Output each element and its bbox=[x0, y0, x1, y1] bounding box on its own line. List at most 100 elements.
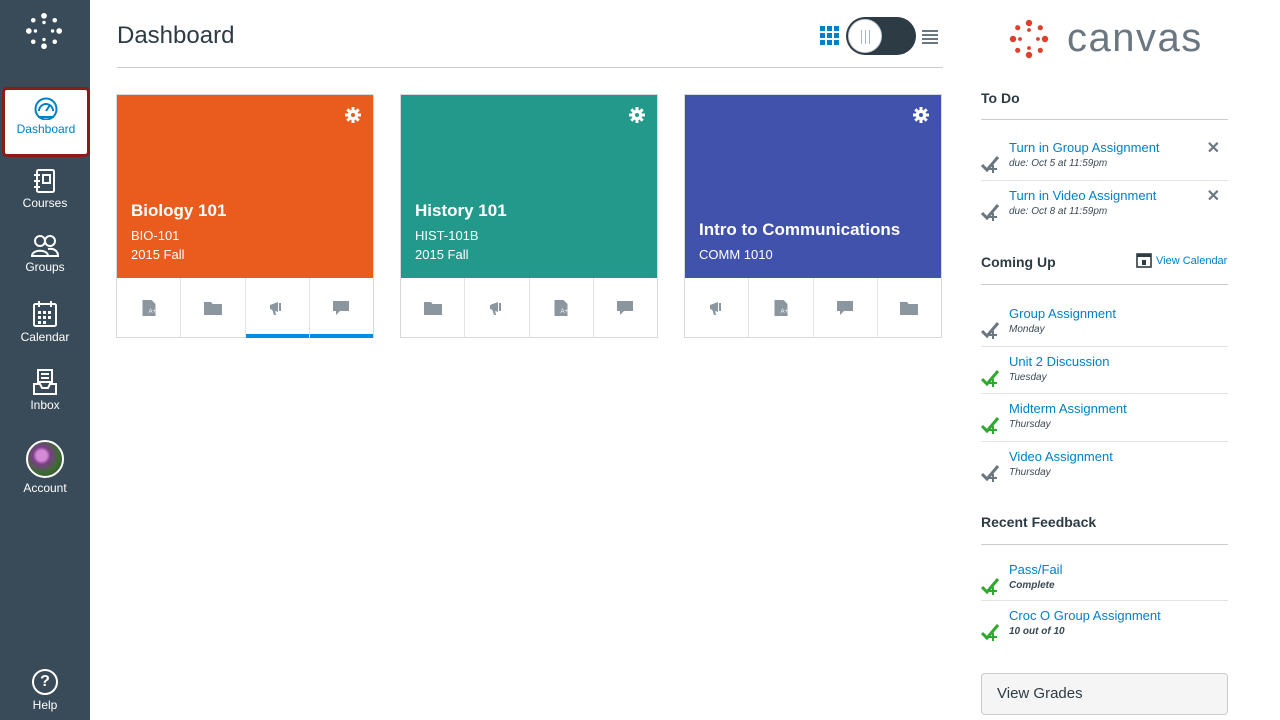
assignment-check-icon bbox=[981, 369, 1000, 387]
files-action[interactable] bbox=[401, 278, 466, 338]
nav-groups[interactable]: Groups bbox=[0, 234, 90, 274]
avatar bbox=[26, 440, 64, 478]
nav-help[interactable]: ? Help bbox=[0, 669, 90, 712]
discussions-action[interactable] bbox=[594, 278, 657, 338]
discussions-action[interactable] bbox=[814, 278, 878, 338]
nav-groups-label: Groups bbox=[25, 260, 65, 274]
coming-up-divider bbox=[981, 284, 1228, 285]
todo-item-due: due: Oct 8 at 11:59pm bbox=[1009, 206, 1108, 217]
assignment-check-icon bbox=[981, 578, 1000, 595]
card-action-bar: A+ bbox=[685, 278, 941, 338]
assignment-check-icon bbox=[981, 322, 1000, 339]
card-hero[interactable]: Biology 101 BIO-101 2015 Fall bbox=[117, 95, 373, 278]
nav-help-label: Help bbox=[32, 698, 58, 712]
list-item-link[interactable]: Croc O Group Assignment bbox=[1009, 608, 1161, 623]
list-item: Pass/Fail Complete bbox=[981, 562, 1228, 608]
todo-item-due: due: Oct 5 at 11:59pm bbox=[1009, 158, 1108, 169]
list-item-meta: Monday bbox=[1009, 324, 1045, 335]
announcements-action[interactable] bbox=[685, 278, 750, 338]
gear-icon[interactable] bbox=[345, 107, 361, 123]
card-info: Intro to Communications COMM 1010 bbox=[699, 220, 900, 264]
courses-icon bbox=[34, 169, 55, 193]
card-view-icon[interactable] bbox=[820, 26, 840, 46]
canvas-logo-icon bbox=[1009, 19, 1049, 59]
course-title[interactable]: Intro to Communications bbox=[699, 220, 900, 240]
assignments-action[interactable]: A+ bbox=[530, 278, 594, 338]
groups-icon bbox=[30, 235, 60, 257]
canvas-wordmark: canvas bbox=[1067, 16, 1203, 60]
svg-text:A+: A+ bbox=[780, 309, 787, 315]
view-grades-button[interactable]: View Grades bbox=[981, 673, 1228, 715]
help-icon: ? bbox=[32, 669, 58, 695]
list-item-link[interactable]: Unit 2 Discussion bbox=[1009, 354, 1109, 369]
course-term: 2015 Fall bbox=[415, 247, 469, 262]
list-item-link[interactable]: Video Assignment bbox=[1009, 449, 1113, 464]
gear-icon[interactable] bbox=[629, 107, 645, 123]
list-item-link[interactable]: Pass/Fail bbox=[1009, 562, 1062, 577]
nav-dashboard[interactable]: Dashboard bbox=[2, 87, 90, 157]
svg-text:A+: A+ bbox=[148, 309, 155, 315]
page-title: Dashboard bbox=[117, 22, 235, 49]
card-action-bar: A+ bbox=[401, 278, 657, 338]
dismiss-icon[interactable]: ✕ bbox=[1207, 186, 1220, 206]
assignment-check-icon bbox=[981, 464, 1000, 482]
card-hero[interactable]: History 101 HIST-101B 2015 Fall bbox=[401, 95, 657, 278]
row-divider bbox=[981, 180, 1228, 181]
nav-dashboard-label: Dashboard bbox=[16, 122, 76, 136]
todo-divider bbox=[981, 119, 1228, 120]
toggle-knob bbox=[848, 19, 882, 53]
global-nav: Dashboard Courses Groups Calendar Inbox … bbox=[0, 0, 90, 720]
list-item-meta: Complete bbox=[1009, 580, 1055, 591]
list-view-icon[interactable] bbox=[922, 28, 938, 44]
assignments-action[interactable]: A+ bbox=[749, 278, 814, 338]
nav-inbox-label: Inbox bbox=[30, 398, 60, 412]
nav-account-label: Account bbox=[23, 481, 67, 495]
card-info: Biology 101 BIO-101 2015 Fall bbox=[131, 201, 226, 264]
course-code: HIST-101B bbox=[415, 228, 479, 243]
course-title[interactable]: Biology 101 bbox=[131, 201, 226, 221]
assignment-check-icon bbox=[981, 417, 1000, 434]
view-calendar-link[interactable]: View Calendar bbox=[1136, 252, 1227, 268]
course-title[interactable]: History 101 bbox=[415, 201, 507, 221]
card-info: History 101 HIST-101B 2015 Fall bbox=[415, 201, 507, 264]
discussions-action[interactable] bbox=[309, 278, 374, 338]
nav-courses-label: Courses bbox=[22, 196, 68, 210]
card-action-bar: A+ bbox=[117, 278, 374, 338]
files-action[interactable] bbox=[878, 278, 941, 338]
course-card-communications[interactable]: Intro to Communications COMM 1010 A+ bbox=[684, 94, 942, 338]
nav-account[interactable]: Account bbox=[0, 440, 90, 495]
list-item: Video Assignment Thursday bbox=[981, 449, 1228, 495]
list-item-meta: Thursday bbox=[1009, 466, 1051, 478]
dismiss-icon[interactable]: ✕ bbox=[1207, 138, 1220, 158]
header-divider bbox=[117, 67, 943, 68]
canvas-logo-icon[interactable] bbox=[25, 12, 63, 50]
nav-courses[interactable]: Courses bbox=[0, 168, 90, 210]
assignments-action[interactable]: A+ bbox=[117, 278, 182, 338]
list-item-meta: Tuesday bbox=[1009, 371, 1047, 383]
todo-heading: To Do bbox=[981, 90, 1020, 106]
todo-item-link[interactable]: Turn in Group Assignment bbox=[1009, 140, 1160, 155]
calendar-icon bbox=[33, 301, 57, 327]
announcements-action[interactable] bbox=[245, 278, 310, 338]
list-item-link[interactable]: Group Assignment bbox=[1009, 306, 1116, 321]
course-card-biology[interactable]: Biology 101 BIO-101 2015 Fall A+ bbox=[116, 94, 374, 338]
recent-feedback-heading: Recent Feedback bbox=[981, 514, 1097, 530]
list-item: Croc O Group Assignment 10 out of 10 bbox=[981, 608, 1228, 654]
list-item-meta: 10 out of 10 bbox=[1009, 626, 1065, 637]
list-item-link[interactable]: Midterm Assignment bbox=[1009, 401, 1127, 416]
course-card-history[interactable]: History 101 HIST-101B 2015 Fall A+ bbox=[400, 94, 658, 338]
todo-item: Turn in Video Assignment due: Oct 8 at 1… bbox=[981, 188, 1228, 234]
todo-item-link[interactable]: Turn in Video Assignment bbox=[1009, 188, 1156, 203]
course-code: COMM 1010 bbox=[699, 247, 773, 262]
dashboard-view-toggle bbox=[820, 17, 942, 55]
nav-inbox[interactable]: Inbox bbox=[0, 368, 90, 412]
view-toggle-switch[interactable] bbox=[846, 17, 916, 55]
list-item-meta: Thursday bbox=[1009, 419, 1051, 430]
announcements-action[interactable] bbox=[465, 278, 530, 338]
gear-icon[interactable] bbox=[913, 107, 929, 123]
course-term: 2015 Fall bbox=[131, 247, 185, 262]
nav-calendar[interactable]: Calendar bbox=[0, 300, 90, 344]
card-hero[interactable]: Intro to Communications COMM 1010 bbox=[685, 95, 941, 278]
row-divider bbox=[981, 345, 1228, 347]
files-action[interactable] bbox=[181, 278, 246, 338]
